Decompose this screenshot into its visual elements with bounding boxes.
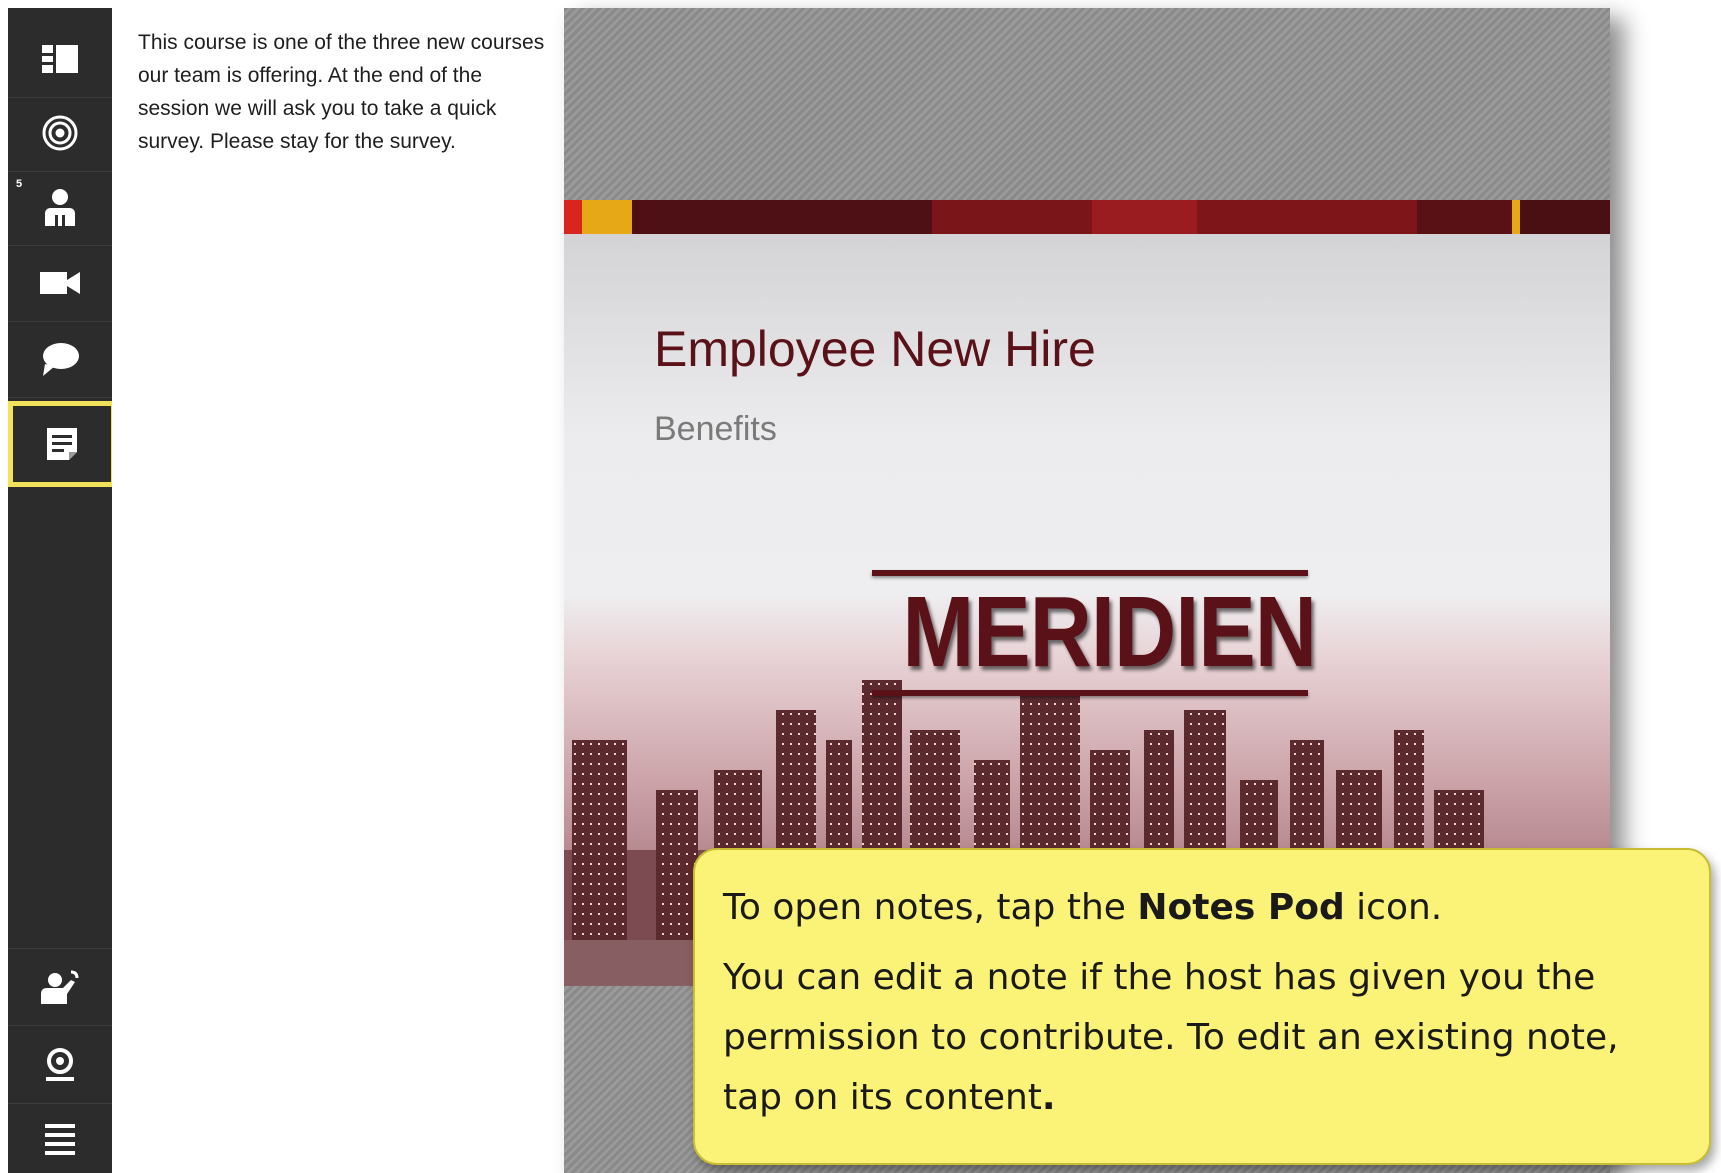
chat-bubble-icon [41,342,79,376]
chat-button[interactable] [8,320,112,398]
video-button[interactable] [8,244,112,322]
note-content[interactable]: This course is one of the three new cour… [138,26,552,158]
webcam-icon [45,1047,75,1082]
raise-hand-icon [41,970,79,1004]
raise-hand-button[interactable] [8,948,112,1026]
video-camera-icon [40,270,80,296]
callout-line-1: To open notes, tap the Notes Pod icon. [723,887,1443,928]
menu-icon [45,1124,75,1158]
layout-icon [42,44,78,73]
attendees-icon [43,188,77,226]
meridien-logo: MERIDIEN [872,570,1317,700]
notes-pod-label: Notes Pod [1137,887,1345,928]
meridien-logo-text: MERIDIEN [902,576,1317,688]
notes-pod-icon [47,428,77,460]
notes-pod-panel: This course is one of the three new cour… [112,8,564,1173]
slide-color-bar [564,200,1610,234]
callout-line-2: You can edit a note if the host has give… [723,957,1619,1118]
attendees-button[interactable]: 5 [8,168,112,246]
layout-button[interactable] [8,20,112,98]
webcam-button[interactable] [8,1026,112,1104]
target-icon [42,115,78,151]
participants-count-badge: 5 [16,178,23,190]
polls-button[interactable] [8,94,112,172]
instruction-callout: To open notes, tap the Notes Pod icon. Y… [693,848,1711,1165]
left-toolbar: 5 [8,8,116,1173]
notes-pod-button[interactable] [8,401,116,487]
menu-button[interactable] [8,1102,112,1173]
slide-title: Employee New Hire [654,321,1096,377]
slide-subtitle: Benefits [654,410,777,448]
